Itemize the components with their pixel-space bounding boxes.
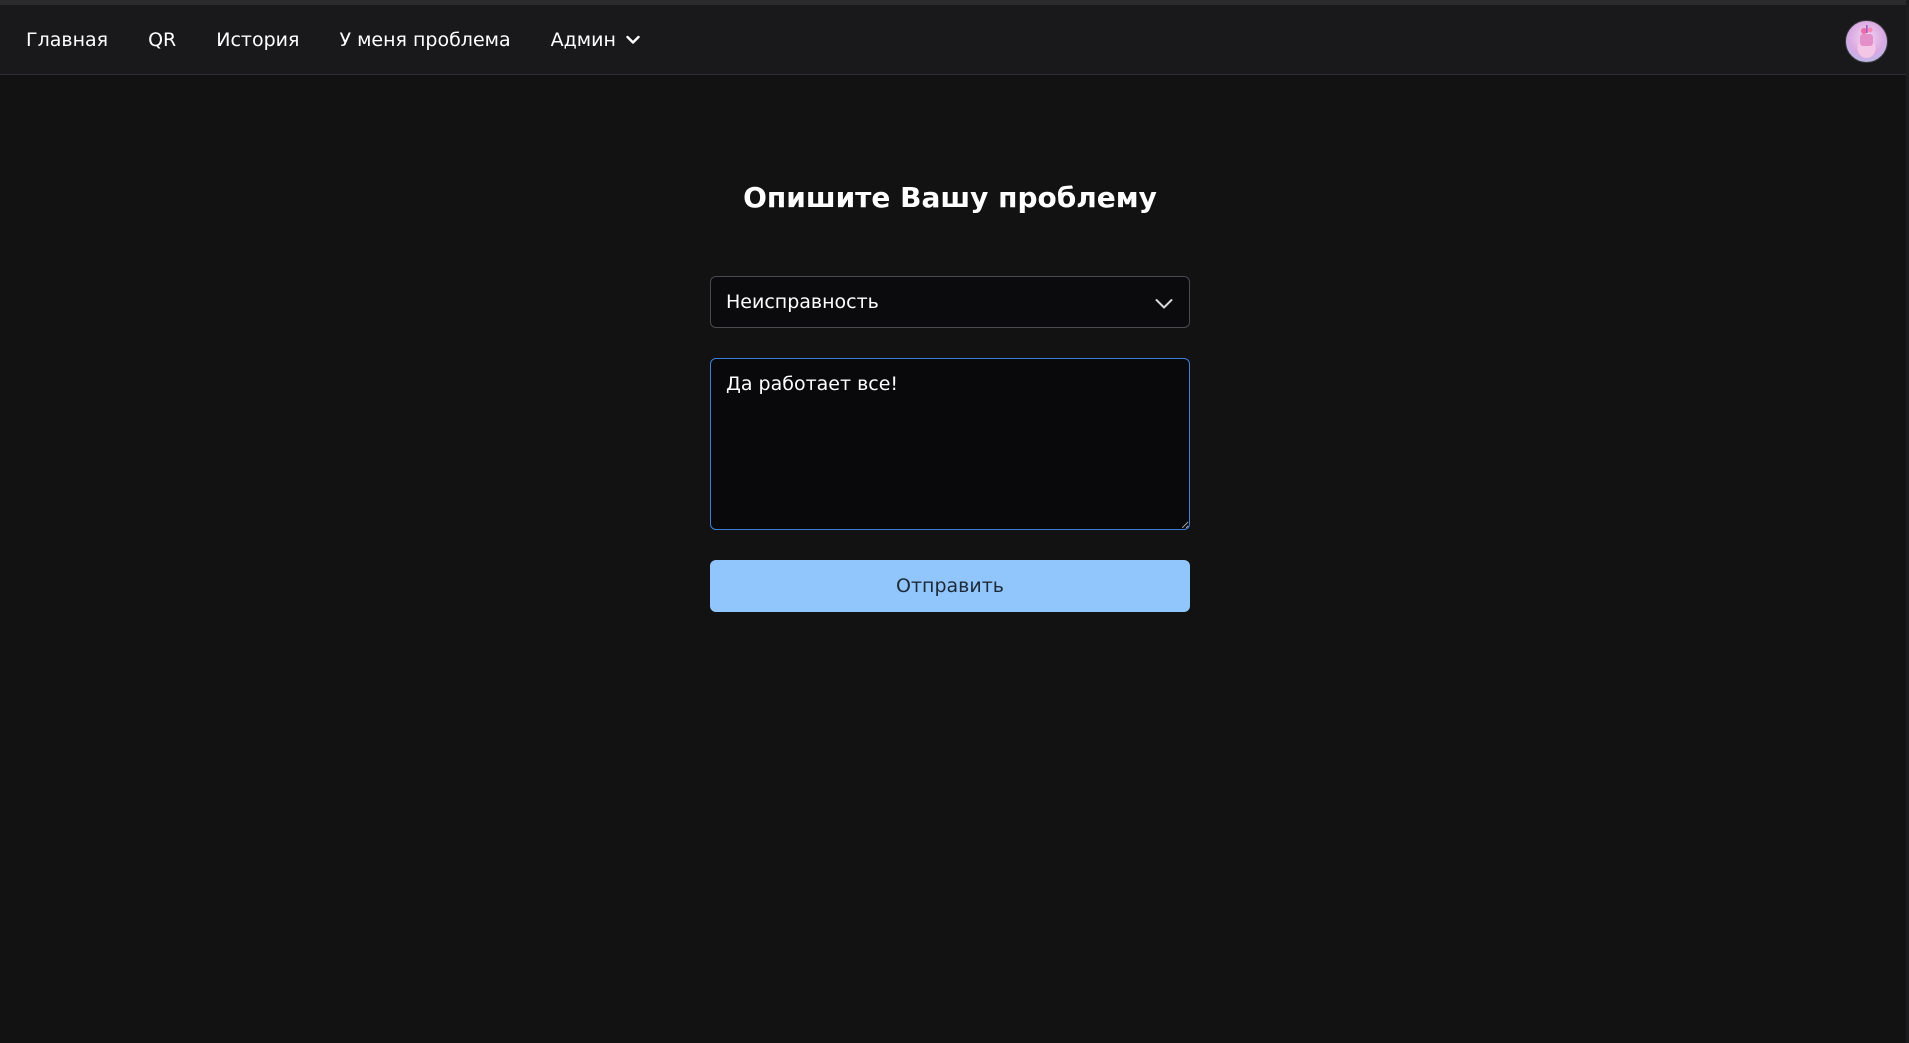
nav-item-admin-label: Админ (550, 29, 616, 51)
nav-item-report-problem[interactable]: У меня проблема (339, 29, 510, 51)
submit-button[interactable]: Отправить (710, 560, 1190, 612)
navbar: Главная QR История У меня проблема Админ (0, 5, 1906, 75)
nav-item-history[interactable]: История (216, 29, 299, 51)
problem-form-container: Опишите Вашу проблему Неисправность Да р… (710, 170, 1190, 612)
nav-item-qr[interactable]: QR (148, 29, 176, 51)
chevron-down-icon (626, 35, 640, 45)
nav-menu: Главная QR История У меня проблема Админ (26, 5, 680, 75)
chevron-down-icon (1155, 293, 1173, 315)
problem-category-value: Неисправность (726, 291, 879, 313)
nav-item-home[interactable]: Главная (26, 29, 108, 51)
nav-item-admin-dropdown[interactable]: Админ (551, 29, 640, 51)
problem-description-textarea[interactable]: Да работает все! (710, 358, 1190, 530)
problem-category-select[interactable]: Неисправность (710, 276, 1190, 328)
user-avatar-icon[interactable] (1845, 20, 1888, 63)
page-title: Опишите Вашу проблему (743, 181, 1157, 214)
